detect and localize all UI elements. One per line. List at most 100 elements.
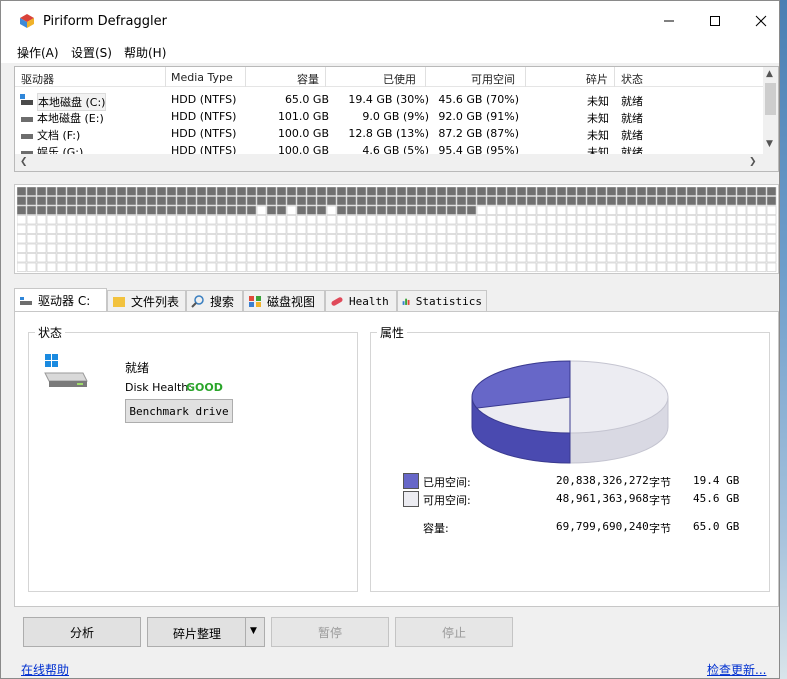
tab-drive[interactable]: 驱动器 C: [14,288,107,312]
cluster-block [296,262,307,272]
vertical-scrollbar[interactable]: ▲ ▼ [763,67,778,171]
close-button[interactable] [738,1,784,41]
drive-row[interactable]: 本地磁盘 (E:) HDD (NTFS) 101.0 GB 9.0 GB (9%) 92… [15,108,763,125]
tab-health[interactable]: Health [325,290,397,312]
drive-cluster-map [14,184,779,274]
cluster-block [136,187,147,196]
cluster-block [546,215,557,225]
defrag-button[interactable]: 碎片整理 ▼ [147,617,265,647]
cluster-block [156,243,167,253]
cluster-block [766,196,777,206]
cluster-block [446,224,457,234]
cluster-block [676,187,687,196]
cluster-block [756,224,767,234]
scroll-down-icon[interactable]: ▼ [766,139,773,149]
cluster-block [326,262,337,272]
scroll-thumb[interactable] [765,83,776,115]
cluster-block [396,243,407,253]
menu-settings[interactable]: 设置(S) [71,44,112,61]
title-bar: Piriform Defraggler [1,1,779,41]
cluster-block [316,205,327,215]
status-group-title: 状态 [35,324,66,341]
menu-help[interactable]: 帮助(H) [124,44,166,61]
capacity-gb: 65.0 GB [693,520,740,533]
analyze-button[interactable]: 分析 [23,617,141,647]
cluster-block [566,215,577,225]
online-help-link[interactable]: 在线帮助 [21,661,69,678]
cluster-block [436,243,447,253]
disk-usage-pie-chart [471,360,669,464]
benchmark-drive-button[interactable]: Benchmark drive [125,399,233,423]
cluster-block [56,262,67,272]
cluster-block [546,234,557,244]
cluster-block [526,215,537,225]
cluster-block [516,215,527,225]
drive-capacity: 101.0 GB [277,110,329,123]
drive-status: 就绪 [621,112,643,125]
cluster-block [486,187,497,196]
cluster-block [366,187,377,196]
cluster-block [56,205,67,215]
cluster-block [166,224,177,234]
cluster-block [416,215,427,225]
cluster-block [326,253,337,263]
cluster-block [296,205,307,215]
horizontal-scrollbar[interactable]: ❮ ❯ [15,154,763,171]
drive-row[interactable]: 本地磁盘 (C:) HDD (NTFS) 65.0 GB 19.4 GB (30%) 4… [15,91,763,111]
cluster-block [196,224,207,234]
cluster-block [376,224,387,234]
scroll-up-icon[interactable]: ▲ [766,69,773,79]
menu-action[interactable]: 操作(A) [17,44,59,61]
cluster-block [536,187,547,196]
cluster-block [566,262,577,272]
column-used[interactable]: 已使用 [383,71,416,87]
column-status[interactable]: 状态 [621,71,643,87]
cluster-block [756,187,767,196]
tab-statistics[interactable]: Statistics [397,290,487,312]
cluster-block [116,224,127,234]
scroll-right-icon[interactable]: ❯ [749,157,757,167]
cluster-block [406,205,417,215]
stop-button[interactable]: 停止 [395,617,513,647]
cluster-block [286,196,297,206]
cluster-block [746,234,757,244]
cluster-block [716,187,727,196]
cluster-block [276,196,287,206]
scroll-left-icon[interactable]: ❮ [20,157,28,167]
cluster-block [86,205,97,215]
maximize-button[interactable] [692,1,738,41]
drive-row[interactable]: 文档 (F:) HDD (NTFS) 100.0 GB 12.8 GB (13%) 87… [15,125,763,142]
column-free[interactable]: 可用空间 [471,71,515,87]
cluster-block [96,224,107,234]
defrag-dropdown-arrow-icon[interactable]: ▼ [250,626,257,636]
column-fragmentation[interactable]: 碎片 [586,71,608,87]
cluster-block [736,234,747,244]
column-capacity[interactable]: 容量 [297,71,319,87]
tab-disk-map[interactable]: 磁盘视图 [243,290,325,312]
cluster-block [296,243,307,253]
cluster-block [376,262,387,272]
cluster-block [696,187,707,196]
cluster-block [446,243,457,253]
column-media-type[interactable]: Media Type [171,71,233,84]
cluster-block [446,196,457,206]
cluster-block [356,196,367,206]
tab-search[interactable]: 搜索 [186,290,243,312]
minimize-button[interactable] [646,1,692,41]
cluster-block [176,253,187,263]
cluster-block [506,234,517,244]
tab-file-list[interactable]: 文件列表 [107,290,186,312]
drive-capacity: 100.0 GB [277,127,329,140]
check-updates-link[interactable]: 检查更新... [707,661,766,678]
cluster-block [406,187,417,196]
close-icon [755,15,767,27]
disk-map-icon [249,296,261,307]
pause-button[interactable]: 暂停 [271,617,389,647]
cluster-block [66,187,77,196]
cluster-block [46,215,57,225]
column-drive[interactable]: 驱动器 [21,71,54,87]
cluster-block [346,205,357,215]
cluster-block [206,234,217,244]
cluster-block [226,205,237,215]
cluster-block [706,224,717,234]
